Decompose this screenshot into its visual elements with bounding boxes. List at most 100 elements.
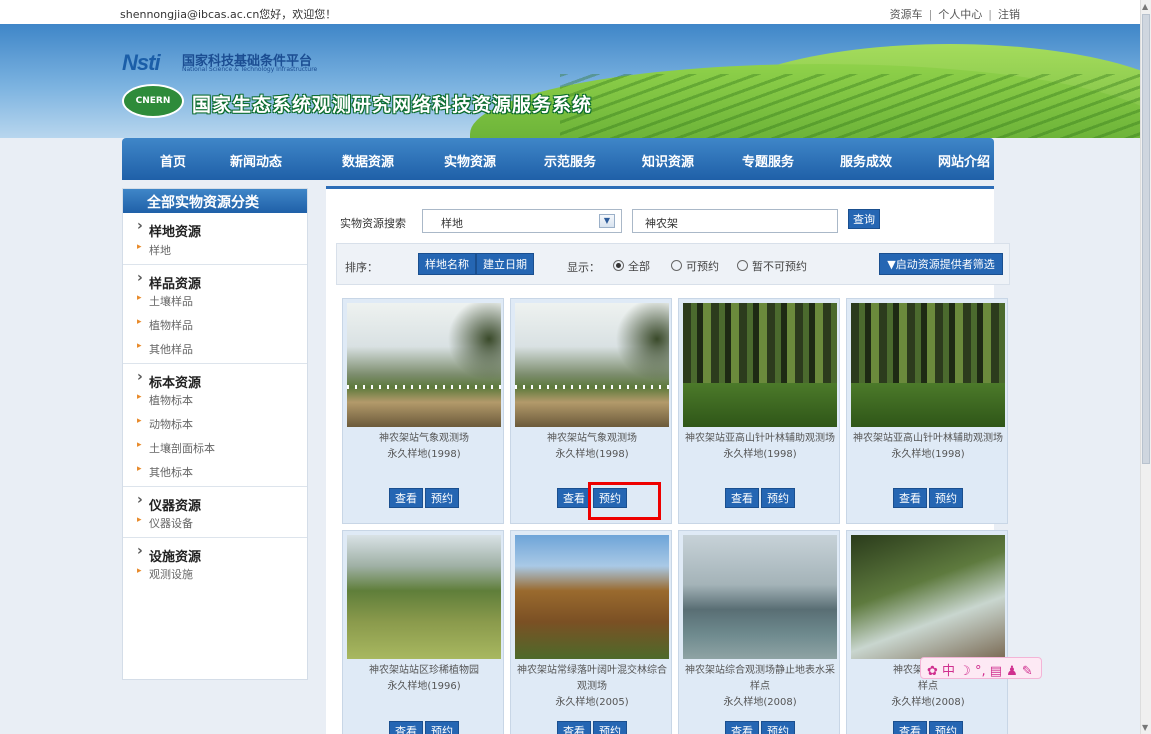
- resource-card: 神农架站气象观测场 永久样地(1998) 查看 预约: [342, 298, 504, 524]
- sort-by-date-button[interactable]: 建立日期: [476, 253, 534, 275]
- card-title-line2: 样点: [750, 681, 770, 692]
- tea-rows: [560, 74, 1140, 138]
- cnern-emblem: CNERN: [122, 84, 184, 118]
- highlight-box: [588, 482, 661, 520]
- resource-photo[interactable]: [851, 303, 1005, 427]
- sidebar-item-soil-sample[interactable]: 土壤样品: [123, 287, 307, 311]
- card-title: 神农架站气象观测场: [547, 433, 637, 444]
- reserve-button[interactable]: 预约: [425, 488, 459, 508]
- card-title: 神农架站亚高山针叶林辅助观测场: [853, 433, 1003, 444]
- nav-results[interactable]: 服务成效: [840, 151, 892, 170]
- nav-about[interactable]: 网站介绍: [938, 151, 990, 170]
- card-subtitle: 永久样地(1998): [387, 449, 461, 460]
- search-button[interactable]: 查询: [848, 209, 880, 229]
- vertical-scrollbar[interactable]: ▲ ▼: [1140, 0, 1151, 734]
- view-button[interactable]: 查看: [725, 721, 759, 734]
- user-center-link[interactable]: 个人中心: [938, 8, 982, 21]
- welcome-text: shennongjia@ibcas.ac.cn您好，欢迎您！: [120, 8, 337, 21]
- nav-physical-resources[interactable]: 实物资源: [444, 151, 496, 170]
- nav-demo-services[interactable]: 示范服务: [544, 151, 596, 170]
- sidebar-item-observation-facility[interactable]: 观测设施: [123, 560, 307, 584]
- resource-photo[interactable]: [515, 535, 669, 659]
- radio-reservable[interactable]: 可预约: [671, 258, 719, 274]
- resource-photo[interactable]: [515, 303, 669, 427]
- chevron-down-icon[interactable]: ▼: [599, 214, 615, 228]
- radio-not-reservable[interactable]: 暂不可预约: [737, 258, 807, 274]
- sidebar-item-soil-profile[interactable]: 土壤剖面标本: [123, 434, 307, 458]
- logout-link[interactable]: 注销: [998, 8, 1020, 21]
- ime-toolbar[interactable]: ✿ 中 ☽ °, ▤ ♟ ✎: [920, 657, 1042, 679]
- scrollbar-thumb[interactable]: [1142, 14, 1150, 464]
- sort-label: 排序：: [345, 261, 378, 274]
- search-input[interactable]: 神农架: [632, 209, 838, 233]
- resource-card: 神农架站综合观测场静止地表水采 样点永久样地(2008) 查看 预约: [678, 530, 840, 734]
- nav-news[interactable]: 新闻动态: [230, 151, 282, 170]
- resource-photo[interactable]: [347, 303, 501, 427]
- view-button[interactable]: 查看: [389, 488, 423, 508]
- reserve-button[interactable]: 预约: [593, 721, 627, 734]
- view-button[interactable]: 查看: [893, 721, 927, 734]
- sidebar-item-other-sample[interactable]: 其他样品: [123, 335, 307, 359]
- category-plots[interactable]: 样地资源: [123, 213, 307, 240]
- card-subtitle: 永久样地(1998): [555, 449, 629, 460]
- resource-type-select[interactable]: 样地 ▼: [422, 209, 622, 233]
- radio-selected-icon: [613, 260, 624, 271]
- platform-name-en: National Science & Technology Infrastruc…: [182, 66, 318, 73]
- search-label: 实物资源搜索: [340, 217, 406, 230]
- card-title-line2: 观测场: [577, 681, 607, 692]
- resource-card: 神农架站常绿落叶阔叶混交林综合 观测场永久样地(2005) 查看 预约: [510, 530, 672, 734]
- view-button[interactable]: 查看: [893, 488, 927, 508]
- scroll-up-icon[interactable]: ▲: [1142, 2, 1148, 11]
- radio-all[interactable]: 全部: [613, 258, 650, 274]
- display-label: 显示：: [567, 261, 600, 274]
- reserve-button[interactable]: 预约: [425, 721, 459, 734]
- resource-photo[interactable]: [851, 535, 1005, 659]
- card-subtitle: 永久样地(1998): [723, 449, 797, 460]
- nav-data-resources[interactable]: 数据资源: [342, 151, 394, 170]
- resource-photo[interactable]: [683, 303, 837, 427]
- radio-reservable-label: 可预约: [686, 260, 719, 273]
- sidebar-item-equipment[interactable]: 仪器设备: [123, 509, 307, 533]
- card-title: 神农架站亚高山针叶林辅助观测场: [685, 433, 835, 444]
- resource-card: 神农架站站区珍稀植物园 永久样地(1996) 查看 预约: [342, 530, 504, 734]
- view-button[interactable]: 查看: [389, 721, 423, 734]
- sort-by-name-button[interactable]: 样地名称: [418, 253, 476, 275]
- view-button[interactable]: 查看: [557, 721, 591, 734]
- reserve-button[interactable]: 预约: [929, 721, 963, 734]
- sidebar-title: 全部实物资源分类: [123, 189, 307, 213]
- card-subtitle: 永久样地(2005): [555, 697, 629, 708]
- sidebar-item-plot[interactable]: 样地: [123, 236, 307, 260]
- separator: |: [928, 8, 933, 21]
- reserve-button[interactable]: 预约: [761, 488, 795, 508]
- resource-photo[interactable]: [683, 535, 837, 659]
- card-subtitle: 永久样地(2008): [891, 697, 965, 708]
- radio-all-label: 全部: [628, 260, 650, 273]
- nav-home[interactable]: 首页: [160, 151, 186, 170]
- nav-topics[interactable]: 专题服务: [742, 151, 794, 170]
- sidebar-item-other-specimen[interactable]: 其他标本: [123, 458, 307, 482]
- card-title-line2: 样点: [918, 681, 938, 692]
- reserve-button[interactable]: 预约: [929, 488, 963, 508]
- cart-link[interactable]: 资源车: [890, 8, 923, 21]
- category-facilities[interactable]: 设施资源: [123, 537, 307, 565]
- card-title: 神农架站综合观测场静止地表水采: [685, 665, 835, 676]
- category-samples[interactable]: 样品资源: [123, 264, 307, 292]
- category-sidebar: 全部实物资源分类 样地资源 样地 样品资源 土壤样品 植物样品 其他样品 标本资…: [122, 188, 308, 680]
- provider-filter-button[interactable]: ▼启动资源提供者筛选: [879, 253, 1003, 275]
- card-subtitle: 永久样地(1998): [891, 449, 965, 460]
- view-button[interactable]: 查看: [725, 488, 759, 508]
- sidebar-item-plant-specimen[interactable]: 植物标本: [123, 386, 307, 410]
- resource-card: 神农架站综合观样点永久样地(2008) 查看预约: [846, 530, 1008, 734]
- view-button[interactable]: 查看: [557, 488, 591, 508]
- category-specimens[interactable]: 标本资源: [123, 363, 307, 391]
- resource-photo[interactable]: [347, 535, 501, 659]
- sidebar-item-animal-specimen[interactable]: 动物标本: [123, 410, 307, 434]
- nav-knowledge[interactable]: 知识资源: [642, 151, 694, 170]
- sidebar-item-plant-sample[interactable]: 植物样品: [123, 311, 307, 335]
- scroll-down-icon[interactable]: ▼: [1142, 723, 1148, 732]
- card-subtitle: 永久样地(2008): [723, 697, 797, 708]
- category-instruments[interactable]: 仪器资源: [123, 486, 307, 514]
- reserve-button[interactable]: 预约: [761, 721, 795, 734]
- nsti-logo: Nsti: [122, 50, 161, 75]
- card-title: 神农架站常绿落叶阔叶混交林综合: [517, 665, 667, 676]
